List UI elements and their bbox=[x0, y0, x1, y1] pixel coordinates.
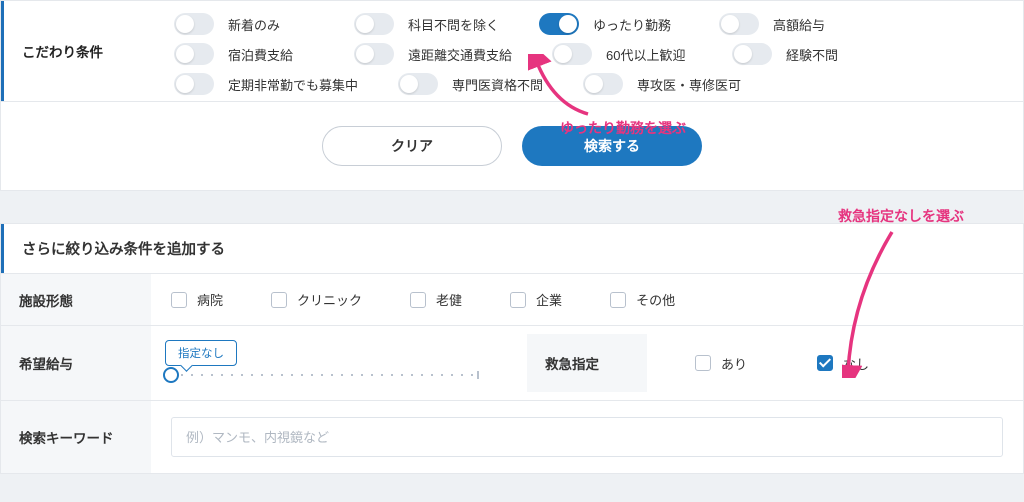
switch-resident-ok[interactable] bbox=[583, 73, 623, 95]
preference-row: こだわり条件 新着のみ 科目不問を除く ゆったり勤務 高額給与宿泊費支給 遠距離交通費支… bbox=[1, 1, 1023, 101]
switch-spec-any[interactable] bbox=[398, 73, 438, 95]
switch-irregular-ok[interactable] bbox=[174, 73, 214, 95]
checkbox-icon[interactable] bbox=[410, 292, 426, 308]
salary-emergency-row: 希望給与 指定なし 救急指定 あり なし bbox=[1, 325, 1023, 400]
slider-handle[interactable] bbox=[163, 367, 179, 383]
refine-panel: さらに絞り込み条件を追加する 施設形態 病院 クリニック 老健 企業 その他 希望給与 … bbox=[0, 223, 1024, 474]
switch-lodging[interactable] bbox=[174, 43, 214, 65]
checkbox-label: クリニック bbox=[297, 290, 362, 309]
toggle-label: 遠距離交通費支給 bbox=[408, 45, 512, 64]
facility-clinic[interactable]: クリニック bbox=[271, 290, 362, 309]
checkbox-label: なし bbox=[843, 354, 869, 373]
toggle-exp-any[interactable]: 経験不問 bbox=[732, 43, 872, 65]
refine-title: さらに絞り込み条件を追加する bbox=[1, 224, 1023, 273]
checkbox-label: その他 bbox=[636, 290, 675, 309]
search-button[interactable]: 検索する bbox=[522, 126, 702, 166]
facility-rouken[interactable]: 老健 bbox=[410, 290, 462, 309]
toggle-lodging[interactable]: 宿泊費支給 bbox=[174, 43, 314, 65]
toggle-over60[interactable]: 60代以上歓迎 bbox=[552, 43, 692, 65]
checkbox-icon[interactable] bbox=[510, 292, 526, 308]
toggle-label: 経験不問 bbox=[786, 45, 838, 64]
switch-high-salary[interactable] bbox=[719, 13, 759, 35]
toggle-label: 専門医資格不問 bbox=[452, 75, 543, 94]
clear-button[interactable]: クリア bbox=[322, 126, 502, 166]
preference-body: 新着のみ 科目不問を除く ゆったり勤務 高額給与宿泊費支給 遠距離交通費支給 60代以上歓… bbox=[154, 1, 1023, 101]
checkbox-icon[interactable] bbox=[695, 355, 711, 371]
facility-body: 病院 クリニック 老健 企業 その他 bbox=[151, 274, 1023, 325]
checkbox-icon[interactable] bbox=[610, 292, 626, 308]
toggle-resident-ok[interactable]: 専攻医・専修医可 bbox=[583, 73, 741, 95]
checkbox-label: 病院 bbox=[197, 290, 223, 309]
toggle-travel-cost[interactable]: 遠距離交通費支給 bbox=[354, 43, 512, 65]
salary-label: 希望給与 bbox=[1, 326, 151, 400]
keyword-input[interactable] bbox=[171, 417, 1003, 457]
toggle-label: ゆったり勤務 bbox=[593, 15, 671, 34]
checkbox-label: 企業 bbox=[536, 290, 562, 309]
facility-row: 施設形態 病院 クリニック 老健 企業 その他 bbox=[1, 273, 1023, 325]
facility-hospital[interactable]: 病院 bbox=[171, 290, 223, 309]
salary-value-badge: 指定なし bbox=[165, 340, 237, 366]
toggle-exclude-dept[interactable]: 科目不問を除く bbox=[354, 13, 499, 35]
button-row: クリア 検索する bbox=[0, 102, 1024, 191]
toggle-high-salary[interactable]: 高額給与 bbox=[719, 13, 859, 35]
toggle-label: 宿泊費支給 bbox=[228, 45, 293, 64]
switch-exclude-dept[interactable] bbox=[354, 13, 394, 35]
salary-slider[interactable]: 指定なし bbox=[171, 350, 479, 376]
switch-relaxed-work[interactable] bbox=[539, 13, 579, 35]
toggle-label: 科目不問を除く bbox=[408, 15, 499, 34]
facility-label: 施設形態 bbox=[1, 274, 151, 325]
checkbox-label: 老健 bbox=[436, 290, 462, 309]
toggle-irregular-ok[interactable]: 定期非常勤でも募集中 bbox=[174, 73, 358, 95]
toggle-label: 定期非常勤でも募集中 bbox=[228, 75, 358, 94]
facility-company[interactable]: 企業 bbox=[510, 290, 562, 309]
facility-other[interactable]: その他 bbox=[610, 290, 675, 309]
toggle-label: 専攻医・専修医可 bbox=[637, 75, 741, 94]
slider-track bbox=[171, 374, 479, 376]
switch-over60[interactable] bbox=[552, 43, 592, 65]
toggle-relaxed-work[interactable]: ゆったり勤務 bbox=[539, 13, 679, 35]
toggle-label: 新着のみ bbox=[228, 15, 280, 34]
toggle-label: 高額給与 bbox=[773, 15, 825, 34]
toggle-label: 60代以上歓迎 bbox=[606, 45, 685, 64]
switch-exp-any[interactable] bbox=[732, 43, 772, 65]
checkbox-icon[interactable] bbox=[817, 355, 833, 371]
keyword-row: 検索キーワード bbox=[1, 400, 1023, 473]
emergency-no[interactable]: なし bbox=[817, 354, 869, 373]
toggle-new-only[interactable]: 新着のみ bbox=[174, 13, 314, 35]
keyword-label: 検索キーワード bbox=[1, 401, 151, 473]
switch-travel-cost[interactable] bbox=[354, 43, 394, 65]
emergency-yes[interactable]: あり bbox=[695, 354, 747, 373]
checkbox-icon[interactable] bbox=[171, 292, 187, 308]
emergency-label: 救急指定 bbox=[527, 334, 647, 392]
emergency-body: あり なし bbox=[695, 354, 1003, 373]
switch-new-only[interactable] bbox=[174, 13, 214, 35]
checkbox-label: あり bbox=[721, 354, 747, 373]
toggle-spec-any[interactable]: 専門医資格不問 bbox=[398, 73, 543, 95]
preference-label: こだわり条件 bbox=[4, 1, 154, 101]
checkbox-icon[interactable] bbox=[271, 292, 287, 308]
